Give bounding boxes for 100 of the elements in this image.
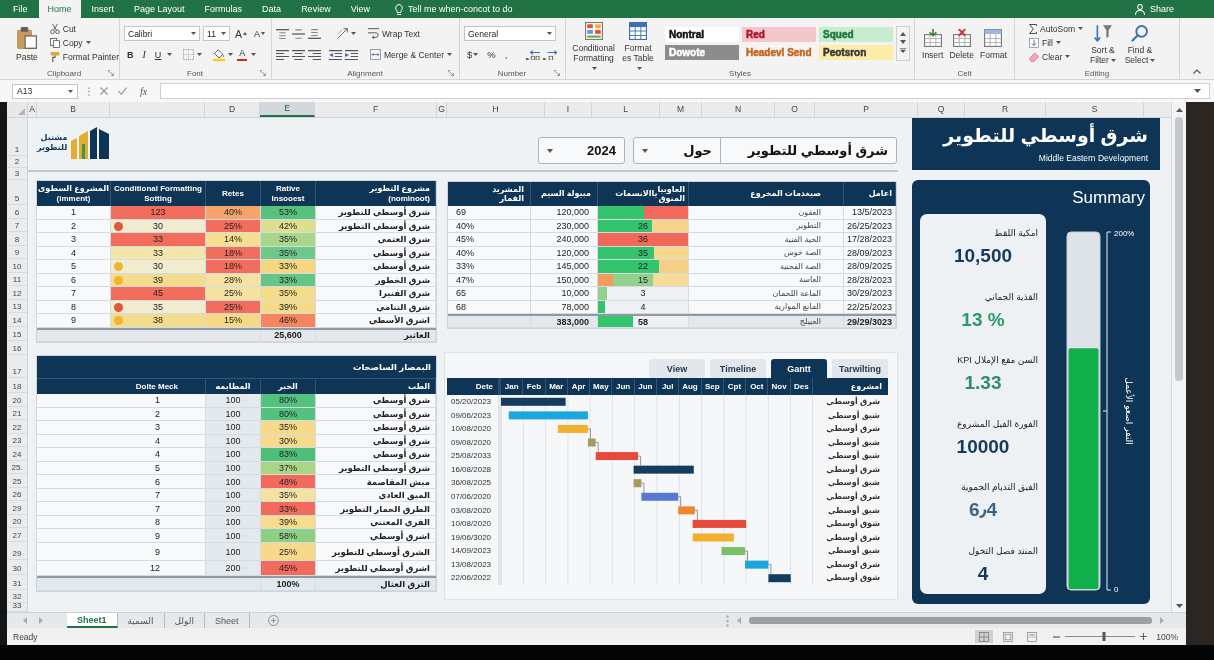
column-header[interactable]: R [965, 102, 1046, 117]
view-tab[interactable]: Tarwilting [832, 359, 888, 378]
paint-bucket-icon[interactable] [213, 48, 226, 61]
paste-button[interactable]: Paste [14, 21, 40, 67]
wrap-text-button[interactable]: Wrap Text [365, 26, 423, 41]
align-center-icon[interactable] [292, 49, 305, 60]
caret-icon[interactable] [167, 53, 173, 56]
view-tab[interactable]: View [649, 359, 705, 378]
ribbon-tab[interactable]: Data [253, 0, 291, 18]
text-orientation-icon[interactable] [337, 28, 348, 39]
share-button[interactable]: Share [1134, 3, 1174, 15]
year-dropdown[interactable]: 2024 [538, 137, 625, 164]
decrease-decimal-icon[interactable] [543, 49, 558, 60]
column-header[interactable]: L [592, 102, 660, 117]
view-tab[interactable]: Timeline [710, 359, 766, 378]
insert-function-button[interactable]: fx [137, 85, 151, 97]
scroll-down-icon[interactable] [1175, 604, 1183, 608]
currency-button[interactable]: $ [464, 47, 482, 62]
check-icon[interactable] [118, 87, 127, 95]
cell-style-option[interactable]: Squed [819, 27, 893, 42]
font-size-field[interactable]: 11 [203, 26, 230, 41]
sort-filter-button[interactable]: Sort & Filter [1084, 21, 1121, 67]
zoom-out-icon[interactable] [1053, 635, 1061, 638]
period-dropdown[interactable]: حول [634, 138, 721, 163]
merge-center-button[interactable]: Merge & Center [367, 47, 455, 62]
view-tab[interactable]: Gantt [771, 359, 827, 378]
column-header[interactable]: Q [918, 102, 965, 117]
column-header[interactable]: A [28, 102, 37, 117]
ribbon-tab[interactable]: Formulas [195, 0, 252, 18]
name-box[interactable]: A13 [12, 83, 78, 99]
format-button[interactable]: Format [978, 21, 1009, 67]
gallery-more-icon[interactable] [900, 48, 906, 53]
formula-input[interactable] [160, 83, 1210, 99]
align-right-icon[interactable] [308, 49, 321, 60]
column-header[interactable]: G [437, 102, 447, 117]
format-painter-button[interactable]: Format Painter [47, 50, 121, 63]
project-field[interactable]: شرق أوسطي للتطوير [721, 138, 896, 163]
find-select-button[interactable]: Find & Select [1120, 21, 1159, 67]
font-name-field[interactable]: Calibri [124, 26, 201, 41]
zoom-in-icon[interactable] [1140, 633, 1148, 640]
column-header[interactable]: N [702, 102, 775, 117]
sheet-tab[interactable]: Sheet1 [67, 613, 118, 628]
caret-icon[interactable] [197, 53, 203, 56]
scroll-up-icon[interactable] [900, 32, 906, 36]
column-header[interactable]: D [205, 102, 260, 117]
caret-icon[interactable] [1194, 89, 1201, 93]
cell-style-option[interactable]: Red [742, 27, 816, 42]
font-color-button[interactable]: A [236, 47, 249, 62]
comma-button[interactable]: , [501, 47, 511, 62]
percent-button[interactable]: % [484, 47, 499, 62]
caret-icon[interactable] [228, 53, 234, 56]
align-top-icon[interactable] [276, 28, 289, 39]
scrollbar-thumb[interactable] [749, 617, 1152, 624]
ribbon-tab[interactable]: Page Layout [125, 0, 194, 18]
bold-button[interactable]: B [124, 47, 137, 62]
scroll-up-icon[interactable] [1175, 108, 1183, 112]
autosum-button[interactable]: AutoSom [1027, 22, 1085, 35]
column-header[interactable]: M [660, 102, 702, 117]
column-header[interactable]: P [815, 102, 918, 117]
clear-button[interactable]: Clear [1027, 50, 1085, 63]
column-header[interactable]: I [545, 102, 592, 117]
column-header[interactable]: O [775, 102, 815, 117]
increase-decimal-icon[interactable] [526, 49, 541, 60]
conditional-formatting-button[interactable]: Conditional Formatting [570, 21, 618, 67]
column-header[interactable]: B [37, 102, 110, 117]
number-format-field[interactable]: General [464, 26, 556, 41]
dialog-launcher-icon[interactable] [260, 70, 266, 76]
copy-button[interactable]: Copy [47, 36, 121, 49]
increase-indent-icon[interactable] [345, 49, 358, 60]
scrollbar-thumb[interactable] [1175, 117, 1183, 381]
italic-button[interactable]: I [139, 47, 149, 62]
caret-icon[interactable] [351, 32, 356, 35]
zoom-slider-thumb[interactable] [1102, 632, 1106, 641]
align-left-icon[interactable] [276, 49, 289, 60]
ribbon-tab[interactable]: Review [292, 0, 340, 18]
normal-view-button[interactable] [975, 630, 994, 643]
scroll-down-icon[interactable] [900, 40, 906, 44]
collapse-ribbon-icon[interactable] [1193, 69, 1201, 74]
align-bottom-icon[interactable] [308, 28, 321, 39]
ribbon-tab[interactable]: Insert [82, 0, 124, 18]
cell-style-option[interactable]: Peotsron [819, 45, 893, 60]
column-header[interactable]: S [1046, 102, 1144, 117]
align-middle-icon[interactable] [292, 28, 305, 39]
column-header[interactable]: E [260, 102, 315, 117]
dialog-launcher-icon[interactable] [554, 70, 560, 76]
delete-button[interactable]: Delete [947, 21, 976, 67]
format-as-table-button[interactable]: Format es Table [617, 21, 659, 67]
dialog-launcher-icon[interactable] [448, 70, 454, 76]
cut-button[interactable]: Cut [47, 22, 121, 35]
ribbon-tab[interactable]: Home [38, 0, 81, 18]
cell-style-option[interactable]: Nontral [665, 27, 739, 42]
tell-me-box[interactable]: Tell me when-concot to do [408, 4, 513, 14]
insert-button[interactable]: Insert [920, 21, 946, 67]
caret-icon[interactable] [251, 53, 257, 56]
decrease-indent-icon[interactable] [329, 49, 342, 60]
underline-button[interactable]: U [151, 47, 165, 62]
increase-font-button[interactable]: A [232, 26, 249, 41]
fill-button[interactable]: Fill [1027, 36, 1085, 49]
cancel-icon[interactable] [100, 87, 108, 95]
ribbon-tab[interactable]: View [341, 0, 379, 18]
